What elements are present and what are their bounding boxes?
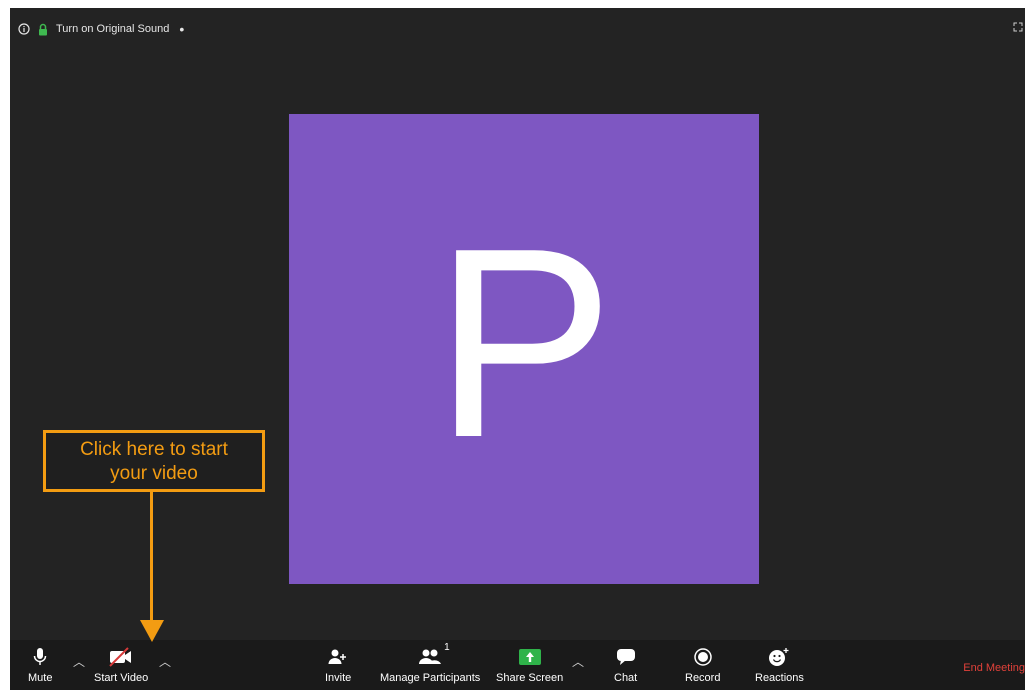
participant-count-badge: 1 [444, 642, 450, 653]
invite-label: Invite [325, 672, 352, 684]
manage-participants-label: Manage Participants [380, 672, 481, 684]
top-bar: Turn on Original Sound • [10, 8, 1025, 50]
lock-icon[interactable] [38, 23, 48, 36]
separator-dot: • [179, 20, 185, 37]
mute-label: Mute [28, 672, 53, 684]
share-options-caret-icon[interactable]: ︿ [572, 653, 584, 670]
manage-participants-button[interactable]: 1 Manage Participants [380, 642, 481, 684]
fullscreen-icon[interactable] [1013, 22, 1023, 35]
tutorial-callout: Click here to start your video [43, 430, 265, 492]
start-video-label: Start Video [94, 672, 149, 684]
record-icon [693, 646, 713, 668]
participant-initial: P [433, 193, 615, 494]
share-screen-icon [518, 646, 542, 668]
mute-button[interactable]: Mute [28, 646, 52, 684]
callout-line-1: Click here to start [80, 439, 228, 460]
add-person-icon [328, 646, 348, 668]
video-options-caret-icon[interactable]: ︿ [159, 653, 171, 670]
callout-line-2: your video [110, 463, 198, 484]
info-icon[interactable] [18, 23, 30, 35]
record-label: Record [685, 672, 721, 684]
end-meeting-button[interactable]: End Meeting [963, 662, 1025, 674]
microphone-icon [33, 646, 47, 668]
record-button[interactable]: Record [685, 646, 720, 684]
audio-options-caret-icon[interactable]: ︿ [73, 653, 85, 670]
chat-button[interactable]: Chat [614, 646, 637, 684]
share-screen-button[interactable]: Share Screen [496, 646, 563, 684]
participant-tile: P [289, 114, 759, 584]
chat-icon [616, 646, 636, 668]
original-sound-toggle[interactable]: Turn on Original Sound [56, 23, 169, 35]
reactions-label: Reactions [755, 672, 804, 684]
emoji-plus-icon [768, 646, 790, 668]
reactions-button[interactable]: Reactions [755, 646, 804, 684]
meeting-toolbar: Mute ︿ Start Video ︿ Invite 1 Manage Par… [10, 640, 1025, 690]
share-screen-label: Share Screen [496, 672, 564, 684]
start-video-button[interactable]: Start Video [94, 646, 148, 684]
callout-arrow-icon [140, 620, 164, 642]
video-off-icon [108, 646, 134, 668]
callout-arrow-shaft [150, 492, 153, 624]
zoom-meeting-window: Turn on Original Sound • P Mute ︿ Start … [10, 8, 1025, 690]
chat-label: Chat [614, 672, 638, 684]
participants-icon: 1 [418, 642, 450, 668]
invite-button[interactable]: Invite [325, 646, 351, 684]
